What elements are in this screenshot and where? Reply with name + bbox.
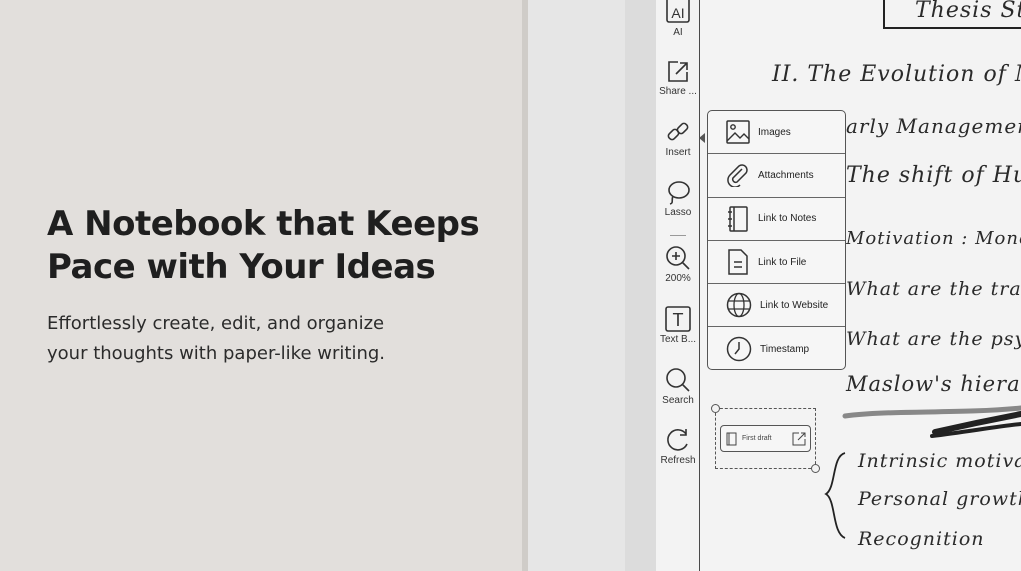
paperclip-icon <box>727 164 748 188</box>
link-chain-icon <box>667 122 689 141</box>
menu-item-label: Link to Notes <box>758 213 817 225</box>
menu-item-link-file[interactable]: Link to File <box>708 241 845 285</box>
share-icon <box>668 61 688 82</box>
handwriting-line: Intrinsic motivato <box>858 450 1021 472</box>
tool-text[interactable]: T Text B... <box>656 305 700 345</box>
thesis-box: Thesis Statement <box>883 0 1021 29</box>
tool-refresh-label: Refresh <box>660 455 696 466</box>
menu-item-label: Attachments <box>758 169 814 181</box>
zoom-in-icon <box>666 246 690 270</box>
menu-item-attachments[interactable]: Attachments <box>708 154 845 198</box>
handwriting-line: Motivation : Monet <box>846 228 1021 249</box>
tool-insert[interactable]: Insert <box>656 118 700 158</box>
menu-item-label: Timestamp <box>760 343 810 355</box>
scribble-strokes <box>842 405 1021 438</box>
menu-item-link-notes[interactable]: Link to Notes <box>708 198 845 241</box>
menu-item-link-website[interactable]: Link to Website <box>708 284 845 328</box>
tool-lasso-label: Lasso <box>664 207 692 218</box>
open-link-icon[interactable] <box>792 432 806 446</box>
handwriting-line: The shift of Hu <box>846 163 1021 188</box>
tool-ai[interactable]: AI AI <box>656 0 700 38</box>
ai-icon: AI <box>666 0 690 23</box>
insert-menu: Images Attachments Link to Notes Link to… <box>707 110 846 370</box>
rotate-handle[interactable] <box>711 404 720 413</box>
link-card[interactable]: First draft <box>720 425 811 452</box>
menu-caret <box>699 133 705 143</box>
menu-item-label: Link to File <box>758 256 807 268</box>
globe-icon <box>726 293 752 318</box>
resize-handle[interactable] <box>811 464 820 473</box>
hero-headline: A Notebook that Keeps Pace with Your Ide… <box>47 203 487 289</box>
side-toolbar: AI AI Share ... Insert Lasso 200% T Text… <box>656 0 700 571</box>
clock-icon <box>726 336 752 362</box>
hero-panel: A Notebook that Keeps Pace with Your Ide… <box>0 0 522 571</box>
tool-ai-label: AI <box>673 27 683 38</box>
hero-headline-line2: Pace with Your Ideas <box>47 247 436 287</box>
handwriting-line: What are the trad <box>846 278 1021 300</box>
hero-headline-line1: A Notebook that Keeps <box>47 204 480 244</box>
link-card-label: First draft <box>742 435 772 442</box>
menu-item-images[interactable]: Images <box>708 111 845 155</box>
image-icon <box>726 120 750 144</box>
notebook-icon <box>728 205 748 232</box>
tool-share[interactable]: Share ... <box>656 57 700 97</box>
file-icon <box>728 249 748 275</box>
brace-stroke <box>824 452 846 539</box>
menu-item-timestamp[interactable]: Timestamp <box>708 327 845 370</box>
menu-item-label: Link to Website <box>760 299 829 311</box>
lasso-icon <box>668 181 690 205</box>
hero-subline: Effortlessly create, edit, and organize … <box>47 309 467 369</box>
tool-search[interactable]: Search <box>656 366 700 406</box>
tool-insert-label: Insert <box>665 147 691 158</box>
handwriting-line: II. The Evolution of Mana <box>772 62 1021 87</box>
handwriting-line: Personal growth <box>858 488 1021 510</box>
menu-item-label: Images <box>758 126 791 138</box>
handwriting-line: What are the psych <box>846 328 1021 350</box>
tool-text-label: Text B... <box>659 334 697 345</box>
tool-zoom-label: 200% <box>665 273 691 284</box>
screen-edge <box>625 0 656 571</box>
handwriting-line: arly Management <box>846 114 1021 138</box>
refresh-icon <box>667 429 688 451</box>
hero-subline-line2: your thoughts with paper-like writing. <box>47 343 386 364</box>
svg-text:T: T <box>673 310 684 330</box>
tool-refresh[interactable]: Refresh <box>656 426 700 466</box>
tool-search-label: Search <box>662 395 694 406</box>
handwriting-line: Maslow's hierarchy <box>846 372 1021 396</box>
device-screen: AI AI Share ... Insert Lasso 200% T Text… <box>625 0 1021 571</box>
svg-text:AI: AI <box>671 5 684 21</box>
hero-subline-line1: Effortlessly create, edit, and organize <box>47 313 385 334</box>
tool-share-label: Share ... <box>659 86 697 97</box>
handwriting-thesis: Thesis Statement <box>915 0 1021 23</box>
notebook-icon <box>726 432 737 445</box>
text-box-icon: T <box>665 306 691 332</box>
device-bezel <box>528 0 625 571</box>
toolbar-divider <box>670 235 686 236</box>
search-icon <box>666 368 690 392</box>
tool-lasso[interactable]: Lasso <box>656 178 700 218</box>
tool-zoom[interactable]: 200% <box>656 244 700 284</box>
handwriting-line: Recognition <box>858 528 985 550</box>
